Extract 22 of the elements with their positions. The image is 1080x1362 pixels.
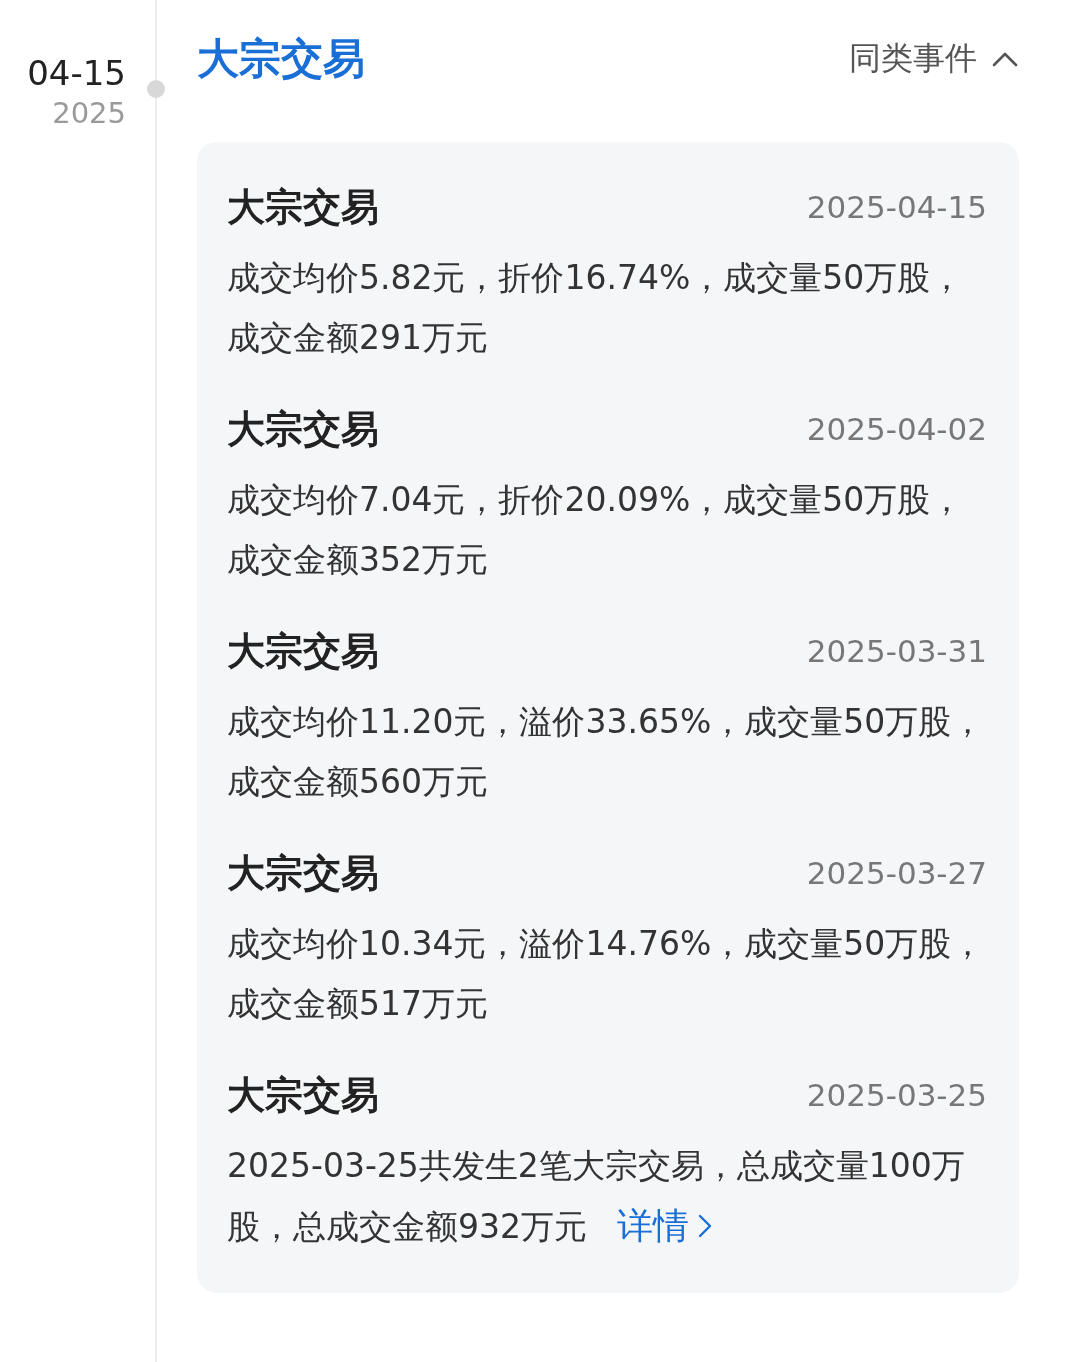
event-item-date: 2025-04-15 xyxy=(806,189,987,225)
event-item-date: 2025-03-27 xyxy=(806,855,987,891)
event-description: 2025-03-25共发生2笔大宗交易，总成交量100万股，总成交金额932万元 详情 xyxy=(227,1136,987,1257)
event-description: 成交均价5.82元，折价16.74%，成交量50万股，成交金额291万元 xyxy=(227,257,965,359)
event-item-title: 大宗交易 xyxy=(227,1071,379,1119)
event-item-title: 大宗交易 xyxy=(227,849,379,897)
event-description: 成交均价11.20元，溢价33.65%，成交量50万股，成交金额560万元 xyxy=(227,701,986,803)
event-item-title: 大宗交易 xyxy=(227,627,379,675)
chevron-icon xyxy=(991,50,1019,68)
details-link[interactable]: 详情 xyxy=(617,1196,713,1256)
event-item-title: 大宗交易 xyxy=(227,405,379,453)
timeline-year: 2025 xyxy=(51,95,126,132)
timeline-dot xyxy=(147,80,165,98)
related-events-toggle[interactable]: 同类事件 xyxy=(849,37,1019,81)
event-item-date: 2025-04-02 xyxy=(806,411,987,447)
event-description: 成交均价7.04元，折价20.09%，成交量50万股，成交金额352万元 xyxy=(227,479,965,581)
event-item-date: 2025-03-25 xyxy=(806,1077,987,1113)
event-title: 大宗交易 xyxy=(197,33,365,85)
event-description: 成交均价10.34元，溢价14.76%，成交量50万股，成交金额517万元 xyxy=(227,923,986,1025)
timeline-date: 04-15 xyxy=(26,52,126,94)
event-item-title: 大宗交易 xyxy=(227,183,379,231)
event-item-date: 2025-03-31 xyxy=(806,633,987,669)
